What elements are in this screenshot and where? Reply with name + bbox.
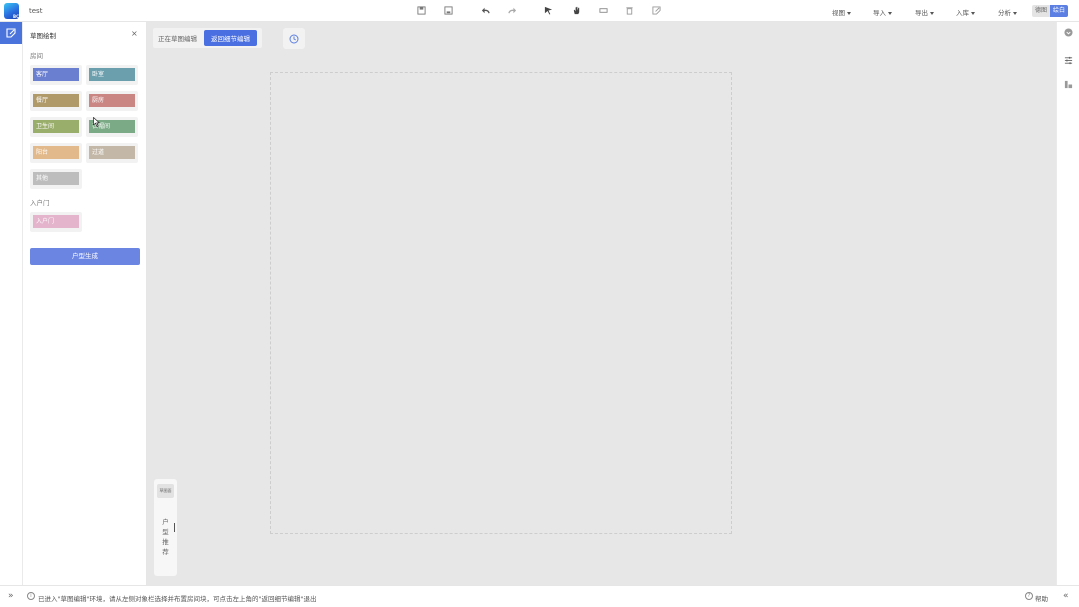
chevron-down-icon [847,11,851,15]
chevron-down-icon [888,11,892,15]
status-bar: » i 已进入"草图编辑"环境，请从左侧对象栏选择并布置房间块，可点击左上角的"… [0,585,1079,607]
mode-option-a[interactable]: 德图 [1032,5,1051,17]
mode-option-b[interactable]: 绘白 [1050,5,1069,17]
room-chip-living[interactable]: 客厅 [30,65,82,85]
layout-recommend-panel[interactable]: 草图面 户型推荐 [154,479,177,576]
info-icon: i [27,592,35,600]
drawing-canvas[interactable]: 正在草图编辑 返回细节编辑 草图面 户型推荐 [147,22,1056,585]
room-chip-other[interactable]: 其他 [30,169,82,189]
sketch-icon[interactable] [651,5,662,16]
sketch-work-area[interactable] [270,72,732,534]
help-link[interactable]: 帮助 [1035,593,1048,603]
pan-hand-icon[interactable] [571,5,582,16]
structure-icon[interactable] [1063,79,1074,90]
sketch-icon [6,28,16,38]
collapse-circle-icon[interactable] [1063,27,1074,38]
expand-left-icon[interactable]: » [8,591,14,601]
room-chip-corridor[interactable]: 过道 [86,143,138,163]
save-icon[interactable] [416,5,427,16]
status-message: 已进入"草图编辑"环境，请从左侧对象栏选择并布置房间块，可点击左上角的"返回细节… [38,595,317,603]
room-chip-kitchen[interactable]: 厨房 [86,91,138,111]
undo-icon[interactable] [480,5,491,16]
sketch-tool-button[interactable] [0,22,22,44]
menu-analysis[interactable]: 分析 [998,7,1017,17]
app-logo [4,3,19,19]
delete-icon[interactable] [624,5,635,16]
recommend-label: 户型推荐 [162,518,169,556]
collapse-right-icon[interactable]: « [1063,591,1069,601]
menu-export[interactable]: 导出 [915,7,934,17]
door-chip-entrance[interactable]: 入户门 [30,212,82,232]
sketch-panel: 草图绘制 × 房间 客厅 卧室 餐厅 厨房 卫生间 衣帽间 阳台 过道 其他 入… [23,22,147,585]
chevron-down-icon [930,11,934,15]
room-chip-bathroom[interactable]: 卫生间 [30,117,82,137]
recommend-thumbnail[interactable]: 草图面 [157,484,174,498]
app-title: test [29,7,43,15]
chevron-down-icon [971,11,975,15]
history-button[interactable] [283,28,305,49]
edit-mode-label: 正在草图编辑 [158,35,197,43]
settings-sliders-icon[interactable] [1063,55,1074,66]
room-chip-bedroom[interactable]: 卧室 [86,65,138,85]
left-rail [0,22,23,585]
menu-storage[interactable]: 入库 [956,7,975,17]
wall-icon[interactable] [598,5,609,16]
edit-mode-bar: 正在草图编辑 返回细节编辑 [153,28,262,48]
door-section-label: 入户门 [30,199,50,207]
room-chip-balcony[interactable]: 阳台 [30,143,82,163]
select-icon[interactable] [543,5,554,16]
clock-icon [289,34,299,43]
panel-title: 草图绘制 [30,32,56,40]
resize-handle[interactable] [174,523,175,532]
return-detail-edit-button[interactable]: 返回细节编辑 [204,30,257,46]
rooms-section-label: 房间 [30,52,43,60]
chevron-down-icon [1013,11,1017,15]
mode-toggle[interactable]: 德图 绘白 [1032,5,1069,17]
menu-import[interactable]: 导入 [873,7,892,17]
right-rail [1056,22,1079,585]
top-bar: test 视图 导入 导出 入库 分析 德图 绘白 [0,0,1079,22]
save-as-icon[interactable] [443,5,454,16]
generate-layout-button[interactable]: 户型生成 [30,248,140,265]
close-icon[interactable]: × [131,29,138,38]
menu-view[interactable]: 视图 [832,7,851,17]
room-chip-dining[interactable]: 餐厅 [30,91,82,111]
help-icon[interactable]: ? [1025,592,1033,600]
redo-icon[interactable] [507,5,518,16]
mouse-cursor-icon [93,117,100,127]
